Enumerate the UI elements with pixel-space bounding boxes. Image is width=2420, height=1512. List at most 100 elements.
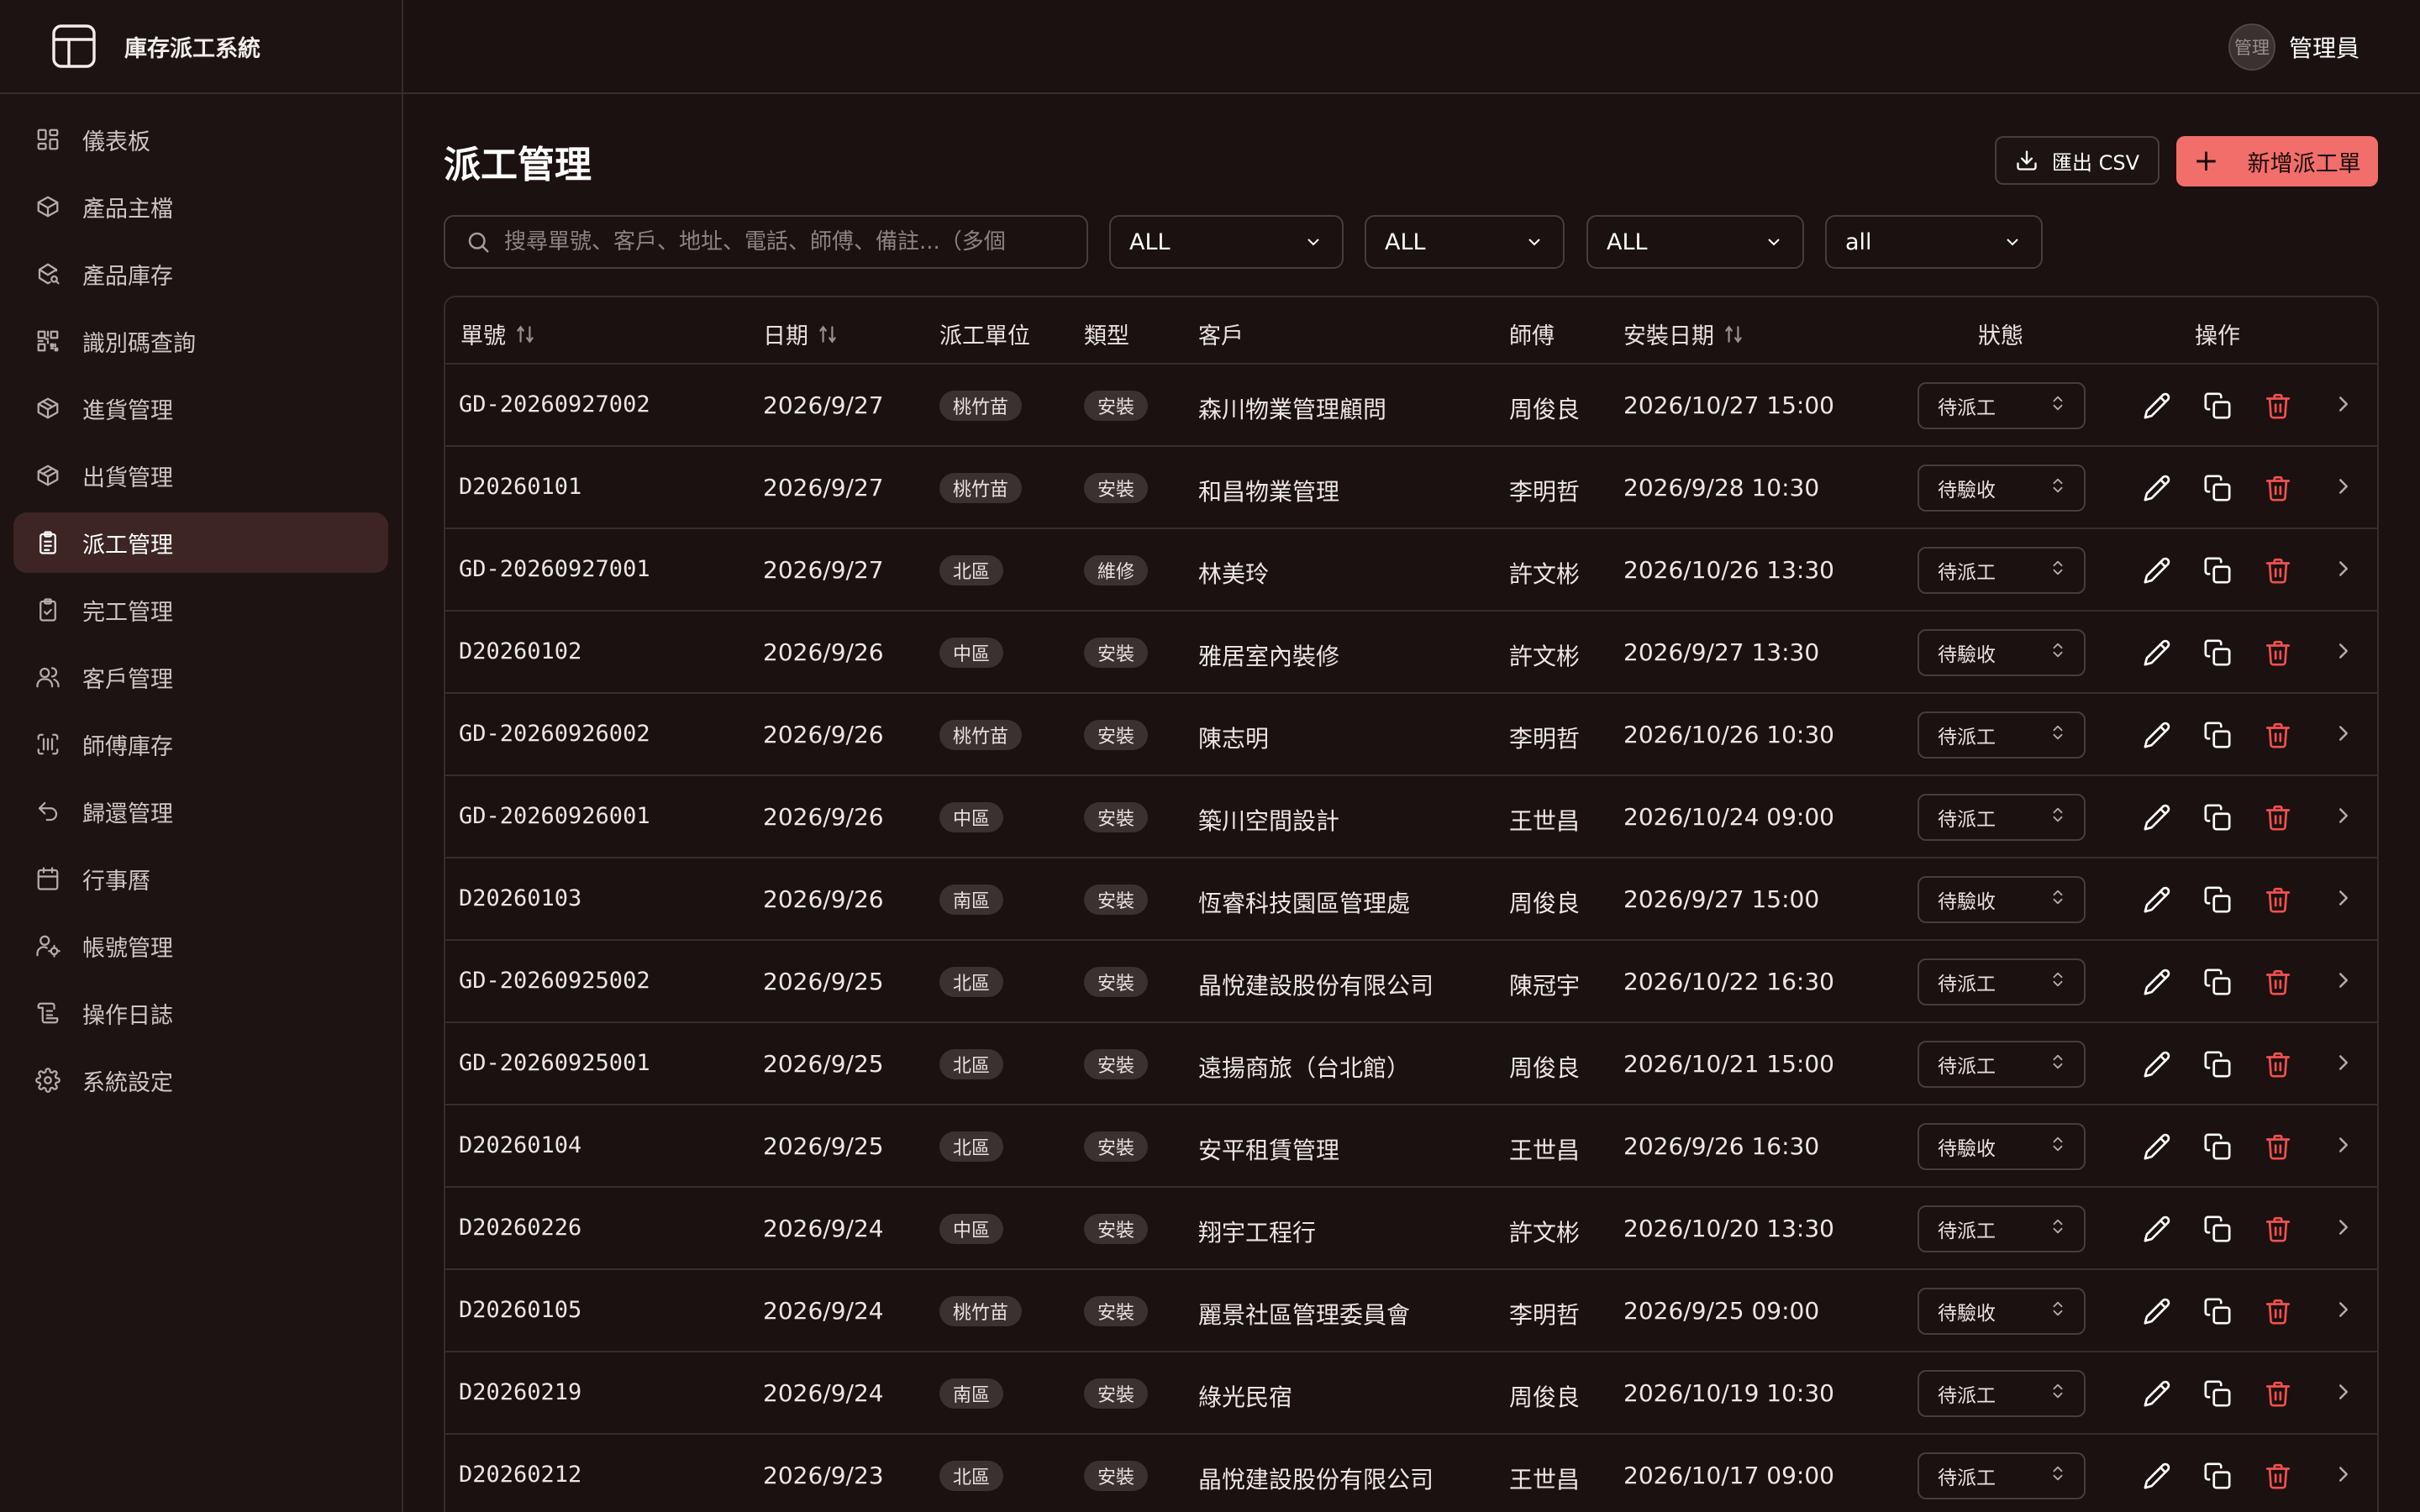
sidebar-item-3[interactable]: 識別碼查詢 (13, 311, 388, 371)
trash-icon[interactable] (2264, 391, 2292, 420)
copy-icon[interactable] (2203, 474, 2232, 502)
sidebar-item-1[interactable]: 產品主檔 (13, 176, 388, 237)
sidebar-item-10[interactable]: 歸還管理 (13, 781, 388, 842)
table-row[interactable]: D20260101 2026/9/27 桃竹苗 安裝 和昌物業管理 李明哲 2026/9/2… (445, 447, 2377, 529)
order-no-cell[interactable]: GD-20260927002 (459, 391, 650, 417)
copy-icon[interactable] (2203, 391, 2232, 420)
status-select[interactable]: 待驗收 (1918, 1123, 2086, 1170)
table-row[interactable]: GD-20260927002 2026/9/27 桃竹苗 安裝 森川物業管理顧問 周俊良 2… (445, 365, 2377, 447)
pencil-icon[interactable] (2143, 885, 2171, 914)
pencil-icon[interactable] (2143, 556, 2171, 585)
sidebar-item-12[interactable]: 帳號管理 (13, 916, 388, 976)
pencil-icon[interactable] (2143, 638, 2171, 667)
chevron-right-icon[interactable] (2331, 968, 2360, 996)
table-row[interactable]: GD-20260925001 2026/9/25 北區 安裝 遠揚商旅（台北館） 周俊良 2… (445, 1023, 2377, 1105)
copy-icon[interactable] (2203, 885, 2232, 914)
table-row[interactable]: D20260226 2026/9/24 中區 安裝 翔宇工程行 許文彬 2026/10/20… (445, 1188, 2377, 1270)
pencil-icon[interactable] (2143, 803, 2171, 832)
pencil-icon[interactable] (2143, 721, 2171, 749)
trash-icon[interactable] (2264, 885, 2292, 914)
order-no-cell[interactable]: D20260104 (459, 1132, 581, 1158)
table-row[interactable]: GD-20260926002 2026/9/26 桃竹苗 安裝 陳志明 李明哲 2026/1… (445, 694, 2377, 776)
copy-icon[interactable] (2203, 1379, 2232, 1408)
chevron-right-icon[interactable] (2331, 803, 2360, 832)
status-select[interactable]: 待派工 (1918, 794, 2086, 841)
sidebar-item-9[interactable]: 師傅庫存 (13, 714, 388, 774)
trash-icon[interactable] (2264, 1215, 2292, 1243)
trash-icon[interactable] (2264, 638, 2292, 667)
chevron-right-icon[interactable] (2331, 556, 2360, 585)
copy-icon[interactable] (2203, 556, 2232, 585)
trash-icon[interactable] (2264, 474, 2292, 502)
status-select[interactable]: 待派工 (1918, 1041, 2086, 1088)
chevron-right-icon[interactable] (2331, 721, 2360, 749)
chevron-right-icon[interactable] (2331, 1215, 2360, 1243)
pencil-icon[interactable] (2143, 391, 2171, 420)
trash-icon[interactable] (2264, 1297, 2292, 1326)
table-row[interactable]: D20260103 2026/9/26 南區 安裝 恆睿科技園區管理處 周俊良 2026/9… (445, 858, 2377, 941)
pencil-icon[interactable] (2143, 474, 2171, 502)
chevron-right-icon[interactable] (2331, 1050, 2360, 1079)
trash-icon[interactable] (2264, 968, 2292, 996)
copy-icon[interactable] (2203, 1462, 2232, 1490)
sidebar-item-11[interactable]: 行事曆 (13, 848, 388, 909)
search-input[interactable] (504, 229, 1059, 255)
order-no-cell[interactable]: D20260102 (459, 638, 581, 664)
pencil-icon[interactable] (2143, 1297, 2171, 1326)
sidebar-item-13[interactable]: 操作日誌 (13, 983, 388, 1043)
order-no-cell[interactable]: GD-20260925002 (459, 968, 650, 994)
trash-icon[interactable] (2264, 1132, 2292, 1161)
new-dispatch-button[interactable]: + 新增派工單 (2176, 136, 2378, 186)
status-select[interactable]: 待派工 (1918, 1205, 2086, 1252)
sidebar-item-0[interactable]: 儀表板 (13, 109, 388, 170)
trash-icon[interactable] (2264, 1050, 2292, 1079)
technician-filter-select[interactable]: all (1825, 215, 2043, 269)
table-row[interactable]: D20260105 2026/9/24 桃竹苗 安裝 麗景社區管理委員會 李明哲 2026/… (445, 1270, 2377, 1352)
status-select[interactable]: 待派工 (1918, 1370, 2086, 1417)
status-filter-select[interactable]: ALL (1586, 215, 1804, 269)
sidebar-item-5[interactable]: 出貨管理 (13, 445, 388, 506)
header-install-date[interactable]: 安裝日期 (1623, 318, 1744, 350)
status-select[interactable]: 待驗收 (1918, 1288, 2086, 1335)
table-row[interactable]: D20260212 2026/9/23 北區 安裝 晶悅建設股份有限公司 王世昌 2026/… (445, 1435, 2377, 1512)
sidebar-item-14[interactable]: 系統設定 (13, 1050, 388, 1110)
status-select[interactable]: 待派工 (1918, 547, 2086, 594)
trash-icon[interactable] (2264, 721, 2292, 749)
copy-icon[interactable] (2203, 803, 2232, 832)
trash-icon[interactable] (2264, 803, 2292, 832)
status-select[interactable]: 待派工 (1918, 958, 2086, 1005)
chevron-right-icon[interactable] (2331, 1297, 2360, 1326)
user-menu[interactable]: 管理 管理員 (2228, 24, 2360, 71)
trash-icon[interactable] (2264, 1462, 2292, 1490)
order-no-cell[interactable]: D20260212 (459, 1462, 581, 1488)
sidebar-item-6[interactable]: 派工管理 (13, 512, 388, 573)
order-no-cell[interactable]: D20260105 (459, 1297, 581, 1323)
table-row[interactable]: D20260104 2026/9/25 北區 安裝 安平租賃管理 王世昌 2026/9/26… (445, 1105, 2377, 1188)
brand[interactable]: 庫存派工系統 (0, 0, 402, 94)
sidebar-item-8[interactable]: 客戶管理 (13, 647, 388, 707)
table-row[interactable]: GD-20260925002 2026/9/25 北區 安裝 晶悅建設股份有限公司 陳冠宇… (445, 941, 2377, 1023)
trash-icon[interactable] (2264, 1379, 2292, 1408)
trash-icon[interactable] (2264, 556, 2292, 585)
header-order-no[interactable]: 單號 (460, 318, 536, 350)
unit-filter-select[interactable]: ALL (1109, 215, 1344, 269)
chevron-right-icon[interactable] (2331, 474, 2360, 502)
copy-icon[interactable] (2203, 968, 2232, 996)
copy-icon[interactable] (2203, 1297, 2232, 1326)
sidebar-item-4[interactable]: 進貨管理 (13, 378, 388, 438)
status-select[interactable]: 待派工 (1918, 1452, 2086, 1499)
order-no-cell[interactable]: D20260226 (459, 1215, 581, 1241)
status-select[interactable]: 待派工 (1918, 382, 2086, 429)
pencil-icon[interactable] (2143, 1462, 2171, 1490)
table-row[interactable]: GD-20260926001 2026/9/26 中區 安裝 築川空間設計 王世昌 2026… (445, 776, 2377, 858)
table-row[interactable]: D20260102 2026/9/26 中區 安裝 雅居室內裝修 許文彬 2026/9/27… (445, 612, 2377, 694)
chevron-right-icon[interactable] (2331, 638, 2360, 667)
copy-icon[interactable] (2203, 638, 2232, 667)
chevron-right-icon[interactable] (2331, 1379, 2360, 1408)
copy-icon[interactable] (2203, 721, 2232, 749)
pencil-icon[interactable] (2143, 968, 2171, 996)
type-filter-select[interactable]: ALL (1365, 215, 1565, 269)
sidebar-item-7[interactable]: 完工管理 (13, 580, 388, 640)
order-no-cell[interactable]: GD-20260926001 (459, 803, 650, 829)
status-select[interactable]: 待驗收 (1918, 876, 2086, 923)
